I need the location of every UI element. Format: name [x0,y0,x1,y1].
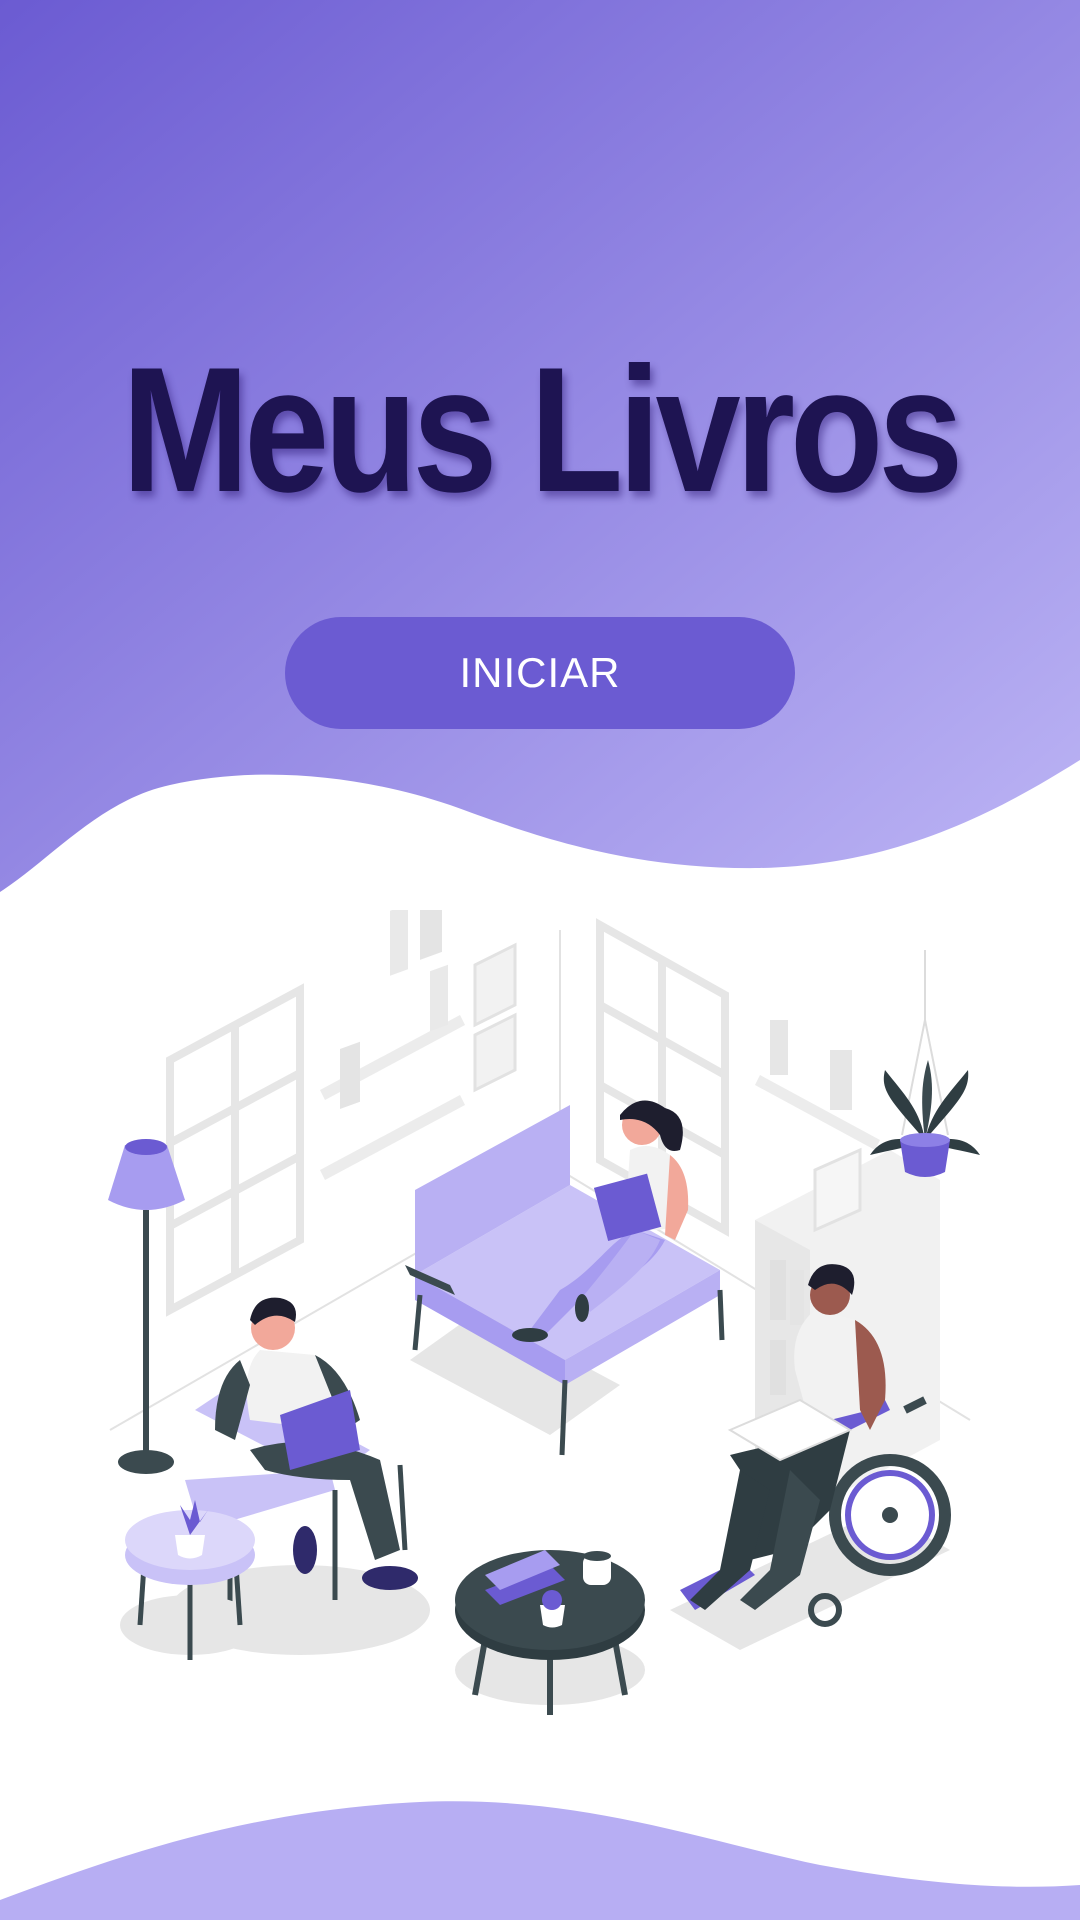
footer-wave [0,1801,1080,1920]
start-button[interactable]: INICIAR [285,617,795,729]
welcome-screen: Meus Livros INICIAR [0,0,1080,1920]
reading-group-illustration [108,910,980,1715]
app-title: Meus Livros [121,330,964,529]
